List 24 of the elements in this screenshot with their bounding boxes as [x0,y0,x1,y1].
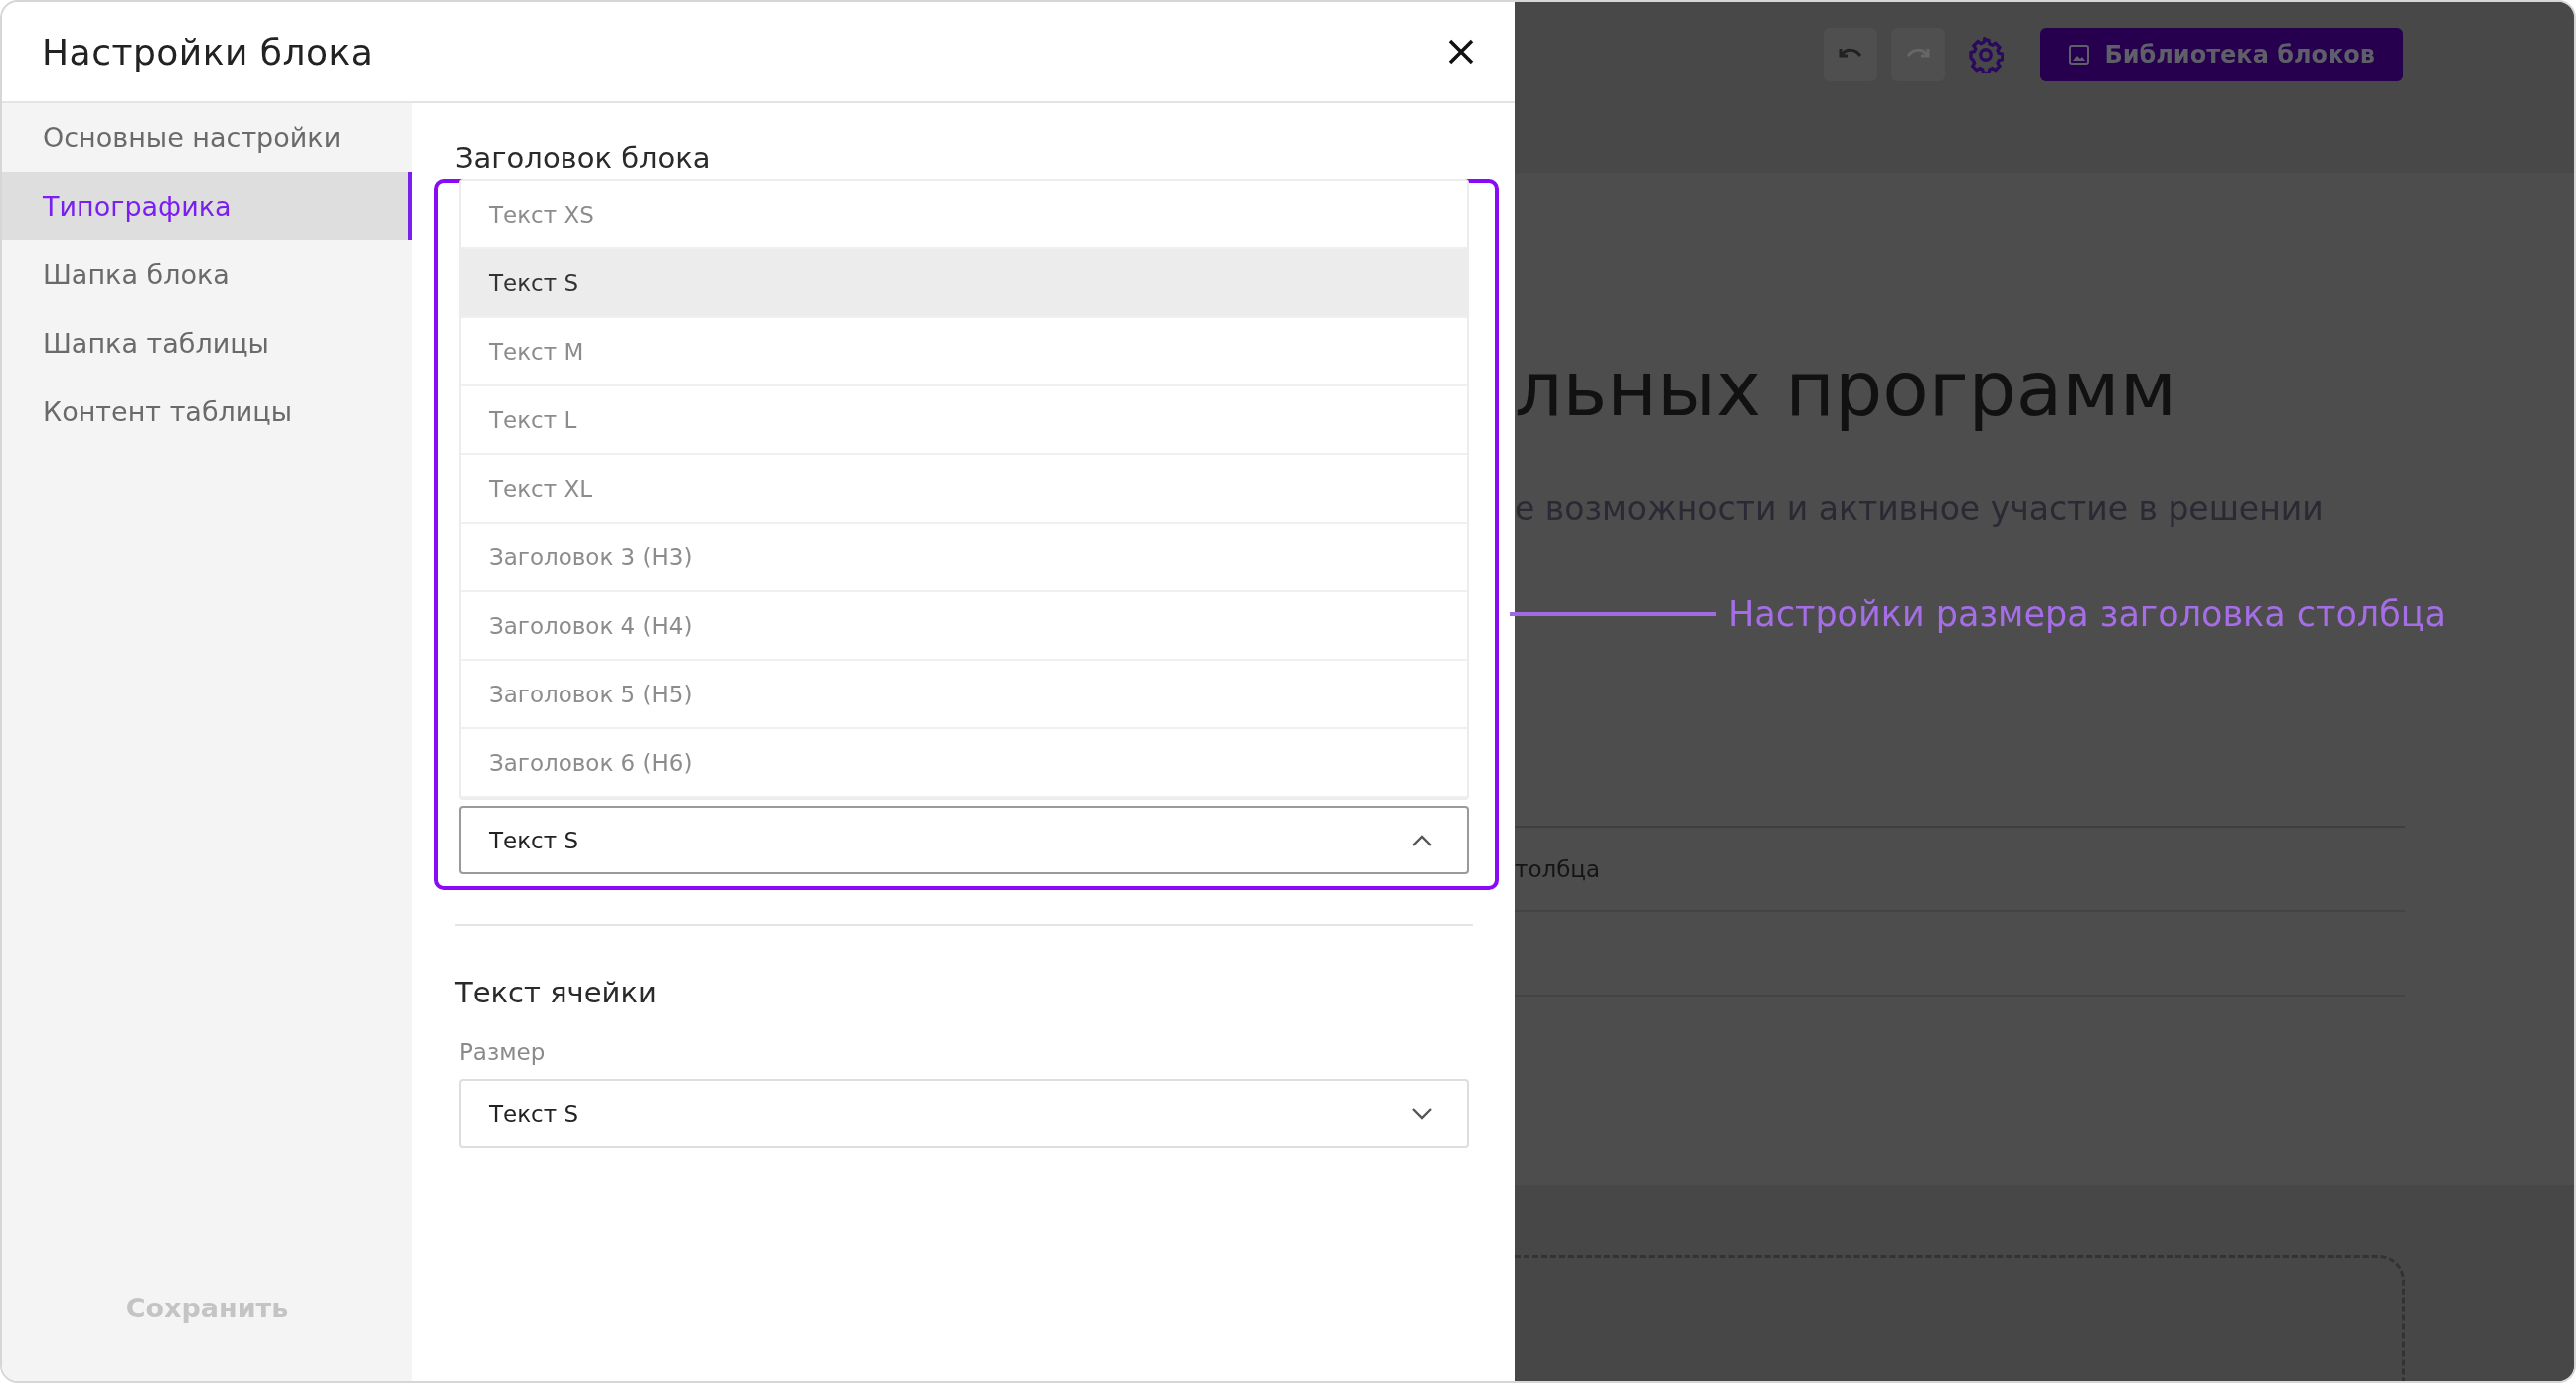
sidebar-item[interactable]: Шапка таблицы [2,309,412,378]
select-value: Текст S [489,1100,579,1127]
sidebar-item[interactable]: Типографика [2,172,412,240]
select-value: Текст S [489,827,579,853]
sidebar-item[interactable]: Контент таблицы [2,378,412,446]
sidebar-item[interactable]: Основные настройки [2,103,412,172]
size-select[interactable]: Текст S [459,806,1469,874]
library-button[interactable]: Библиотека блоков [2040,28,2403,81]
section-title: Текст ячейки [455,976,658,1009]
sidebar-item[interactable]: Шапка блока [2,240,412,309]
chevron-icon [1411,833,1433,847]
image-icon [2068,44,2091,66]
dropdown-option[interactable]: Текст S [461,249,1467,318]
close-icon[interactable] [1447,38,1475,66]
table-cell: толбца [1515,855,1601,882]
dialog-title: Настройки блока [42,31,374,73]
settings-icon[interactable] [1968,37,2005,73]
dropdown-option[interactable]: Текст XS [461,181,1467,249]
undo-button[interactable] [1824,28,1878,81]
chevron-icon [1411,1106,1433,1121]
size-select[interactable]: Текст S [459,1079,1469,1148]
section-title: Заголовок блока [455,141,712,175]
annotation-text: Настройки размера заголовка столбца [1728,594,2447,634]
field-label: Размер [459,1039,547,1065]
